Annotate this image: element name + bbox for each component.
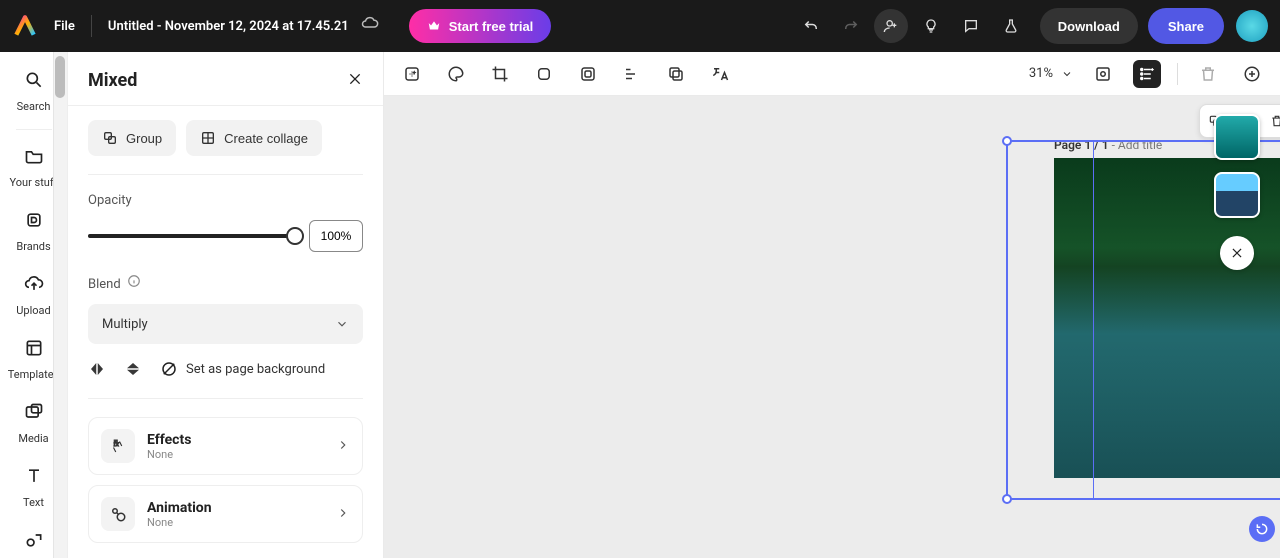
flip-h-icon: [88, 360, 106, 378]
close-panel-button[interactable]: [347, 71, 363, 91]
share-button[interactable]: Share: [1148, 8, 1224, 44]
background-icon: [160, 360, 178, 378]
media-icon: [24, 402, 44, 422]
templates-icon: [24, 338, 44, 358]
start-free-trial-button[interactable]: Start free trial: [409, 9, 552, 43]
close-icon: [1230, 246, 1244, 260]
search-icon: [24, 70, 44, 90]
delete-button[interactable]: [1194, 60, 1222, 88]
reset-rotation-button[interactable]: [1249, 516, 1275, 542]
animation-icon: [101, 497, 135, 531]
flip-v-icon: [124, 360, 142, 378]
flip-horizontal-button[interactable]: [88, 360, 106, 378]
opacity-label: Opacity: [88, 193, 363, 208]
layer-thumbnail[interactable]: [1214, 114, 1260, 160]
zoom-control[interactable]: 31%: [1029, 66, 1073, 81]
collage-icon: [200, 130, 216, 146]
layer-thumbnails: [1214, 114, 1260, 270]
create-collage-button[interactable]: Create collage: [186, 120, 322, 156]
blend-label: Blend: [88, 274, 363, 292]
folder-icon: [24, 146, 44, 166]
canvas-area: 31% Page 1 / 1 - Add title Group: [384, 52, 1280, 558]
context-toolbar: 31%: [384, 52, 1280, 96]
canvas[interactable]: Page 1 / 1 - Add title Group: [384, 96, 1280, 558]
shapes-icon: [24, 530, 44, 550]
group-icon: [102, 130, 118, 146]
panel-title: Mixed: [88, 70, 137, 91]
chevron-right-icon: [336, 437, 350, 456]
cloud-status-icon[interactable]: [361, 15, 379, 37]
ctx-align-icon[interactable]: [618, 60, 646, 88]
document-name[interactable]: Untitled - November 12, 2024 at 17.45.21: [108, 19, 349, 34]
animation-row[interactable]: AnimationNone: [88, 485, 363, 543]
info-icon[interactable]: [127, 274, 141, 288]
ctx-crop-icon[interactable]: [486, 60, 514, 88]
opacity-slider[interactable]: [88, 227, 295, 245]
blend-mode-select[interactable]: Multiply: [88, 304, 363, 344]
ctx-fit-icon[interactable]: [1089, 60, 1117, 88]
ctx-mask-icon[interactable]: [574, 60, 602, 88]
float-delete-button[interactable]: [1270, 114, 1280, 128]
ctx-rect-icon[interactable]: [530, 60, 558, 88]
group-button[interactable]: Group: [88, 120, 176, 156]
ctx-color-icon[interactable]: [442, 60, 470, 88]
ctx-layers-icon[interactable]: [1133, 60, 1161, 88]
beaker-icon[interactable]: [994, 9, 1028, 43]
ctx-duplicate-icon[interactable]: [662, 60, 690, 88]
chevron-down-icon: [1061, 68, 1073, 80]
ctx-translate-icon[interactable]: [706, 60, 734, 88]
svg-text:fx: fx: [114, 440, 120, 448]
user-avatar[interactable]: [1236, 10, 1268, 42]
brand-icon: [24, 210, 44, 230]
comments-icon[interactable]: [954, 9, 988, 43]
chevron-right-icon: [336, 505, 350, 524]
close-layers-button[interactable]: [1220, 236, 1254, 270]
tips-icon[interactable]: [914, 9, 948, 43]
flip-vertical-button[interactable]: [124, 360, 142, 378]
ctx-generative-icon[interactable]: [398, 60, 426, 88]
crown-icon: [427, 19, 441, 33]
resize-handle[interactable]: [1002, 136, 1012, 146]
resize-handle[interactable]: [1002, 494, 1012, 504]
layer-thumbnail[interactable]: [1214, 172, 1260, 218]
redo-button[interactable]: [834, 9, 868, 43]
app-logo: [12, 13, 38, 39]
properties-panel: Mixed Group Create collage Opacity Blend…: [68, 52, 384, 558]
undo-button[interactable]: [794, 9, 828, 43]
opacity-input[interactable]: [309, 220, 363, 252]
add-page-button[interactable]: [1238, 60, 1266, 88]
left-rail: Search Your stuff Brands Upload Template…: [0, 52, 68, 558]
upload-icon: [24, 274, 44, 294]
close-icon: [347, 71, 363, 87]
set-as-background-button[interactable]: Set as page background: [160, 360, 325, 378]
file-menu[interactable]: File: [54, 19, 75, 34]
chevron-down-icon: [335, 317, 349, 331]
top-bar: File Untitled - November 12, 2024 at 17.…: [0, 0, 1280, 52]
download-button[interactable]: Download: [1040, 8, 1138, 44]
trash-icon: [1270, 114, 1280, 128]
invite-button[interactable]: [874, 9, 908, 43]
effects-row[interactable]: fx EffectsNone: [88, 417, 363, 475]
text-icon: [24, 466, 44, 486]
effects-icon: fx: [101, 429, 135, 463]
divider: [91, 15, 92, 37]
scrollbar[interactable]: [53, 52, 67, 558]
